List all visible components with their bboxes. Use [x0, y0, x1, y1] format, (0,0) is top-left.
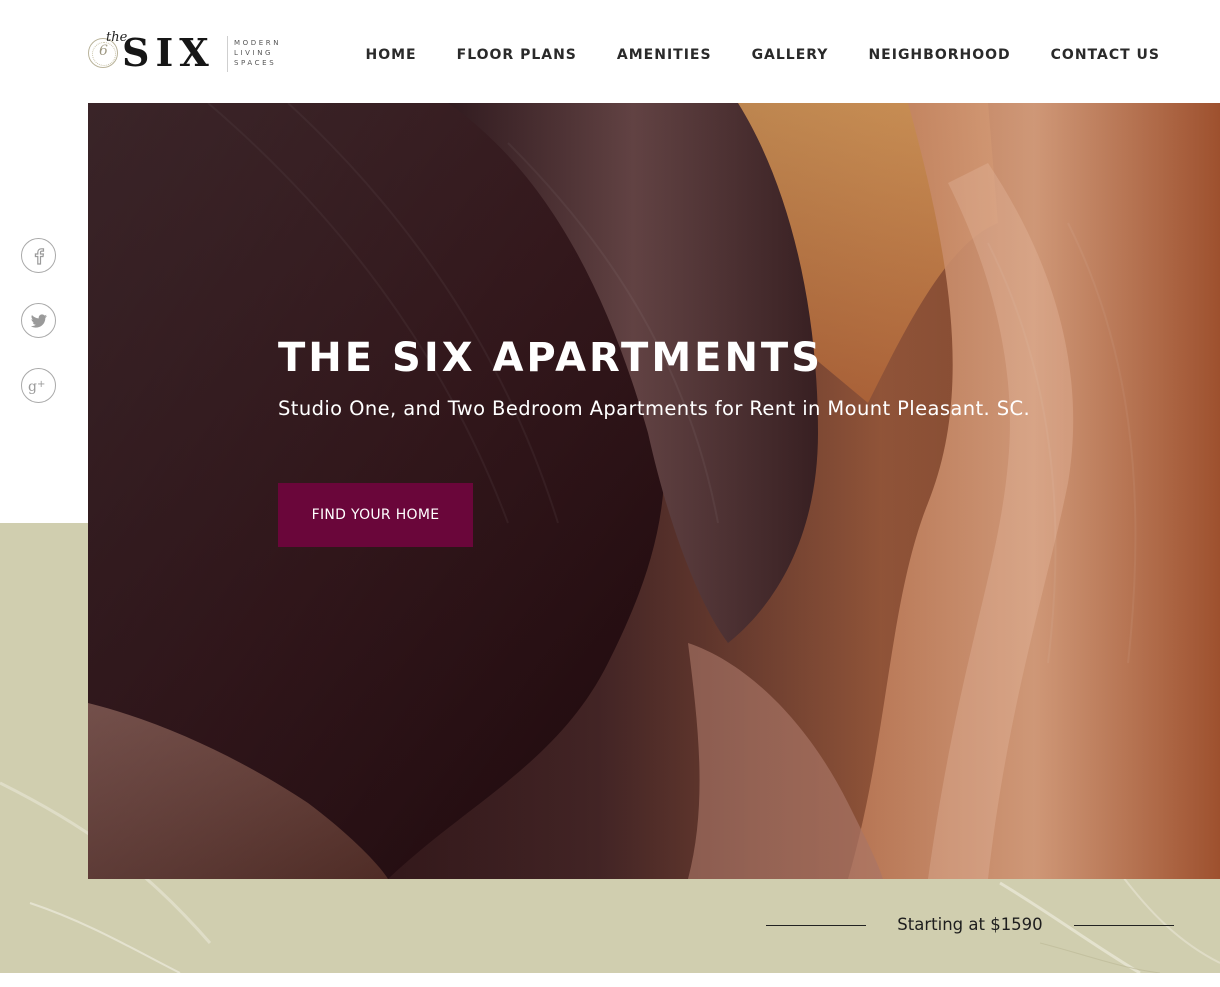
- nav-amenities[interactable]: AMENITIES: [617, 47, 712, 63]
- hero-subtitle: Studio One, and Two Bedroom Apartments f…: [278, 397, 1031, 420]
- logo-divider: [227, 36, 228, 72]
- main-nav: HOME FLOOR PLANS AMENITIES GALLERY NEIGH…: [326, 47, 1161, 63]
- logo-tagline: MODERN LIVING SPACES: [234, 38, 281, 68]
- nav-home[interactable]: HOME: [366, 47, 417, 63]
- starting-price: Starting at $1590: [897, 915, 1043, 934]
- google-plus-icon[interactable]: g +: [21, 368, 56, 403]
- nav-neighborhood[interactable]: NEIGHBORHOOD: [868, 47, 1010, 63]
- find-your-home-button[interactable]: FIND YOUR HOME: [278, 483, 473, 547]
- facebook-icon[interactable]: [21, 238, 56, 273]
- hero-overlay: [88, 103, 1220, 879]
- twitter-icon[interactable]: [21, 303, 56, 338]
- nav-gallery[interactable]: GALLERY: [752, 47, 829, 63]
- site-logo[interactable]: 6 the SIX MODERN LIVING SPACES: [88, 30, 298, 76]
- svg-text:+: +: [37, 379, 45, 390]
- nav-floor-plans[interactable]: FLOOR PLANS: [457, 47, 577, 63]
- logo-tagline-line: SPACES: [234, 59, 277, 67]
- logo-tagline-line: MODERN: [234, 39, 282, 47]
- logo-tagline-line: LIVING: [234, 49, 274, 57]
- logo-numeral: 6: [99, 43, 108, 59]
- nav-contact-us[interactable]: CONTACT US: [1051, 47, 1160, 63]
- price-divider-left: [766, 925, 866, 926]
- price-divider-right: [1074, 925, 1174, 926]
- logo-wordmark: SIX: [122, 30, 215, 75]
- svg-text:g: g: [28, 379, 37, 395]
- site-header: 6 the SIX MODERN LIVING SPACES HOME FLOO…: [0, 0, 1220, 103]
- hero-section: THE SIX APARTMENTS Studio One, and Two B…: [88, 103, 1220, 879]
- hero-title: THE SIX APARTMENTS: [278, 335, 824, 381]
